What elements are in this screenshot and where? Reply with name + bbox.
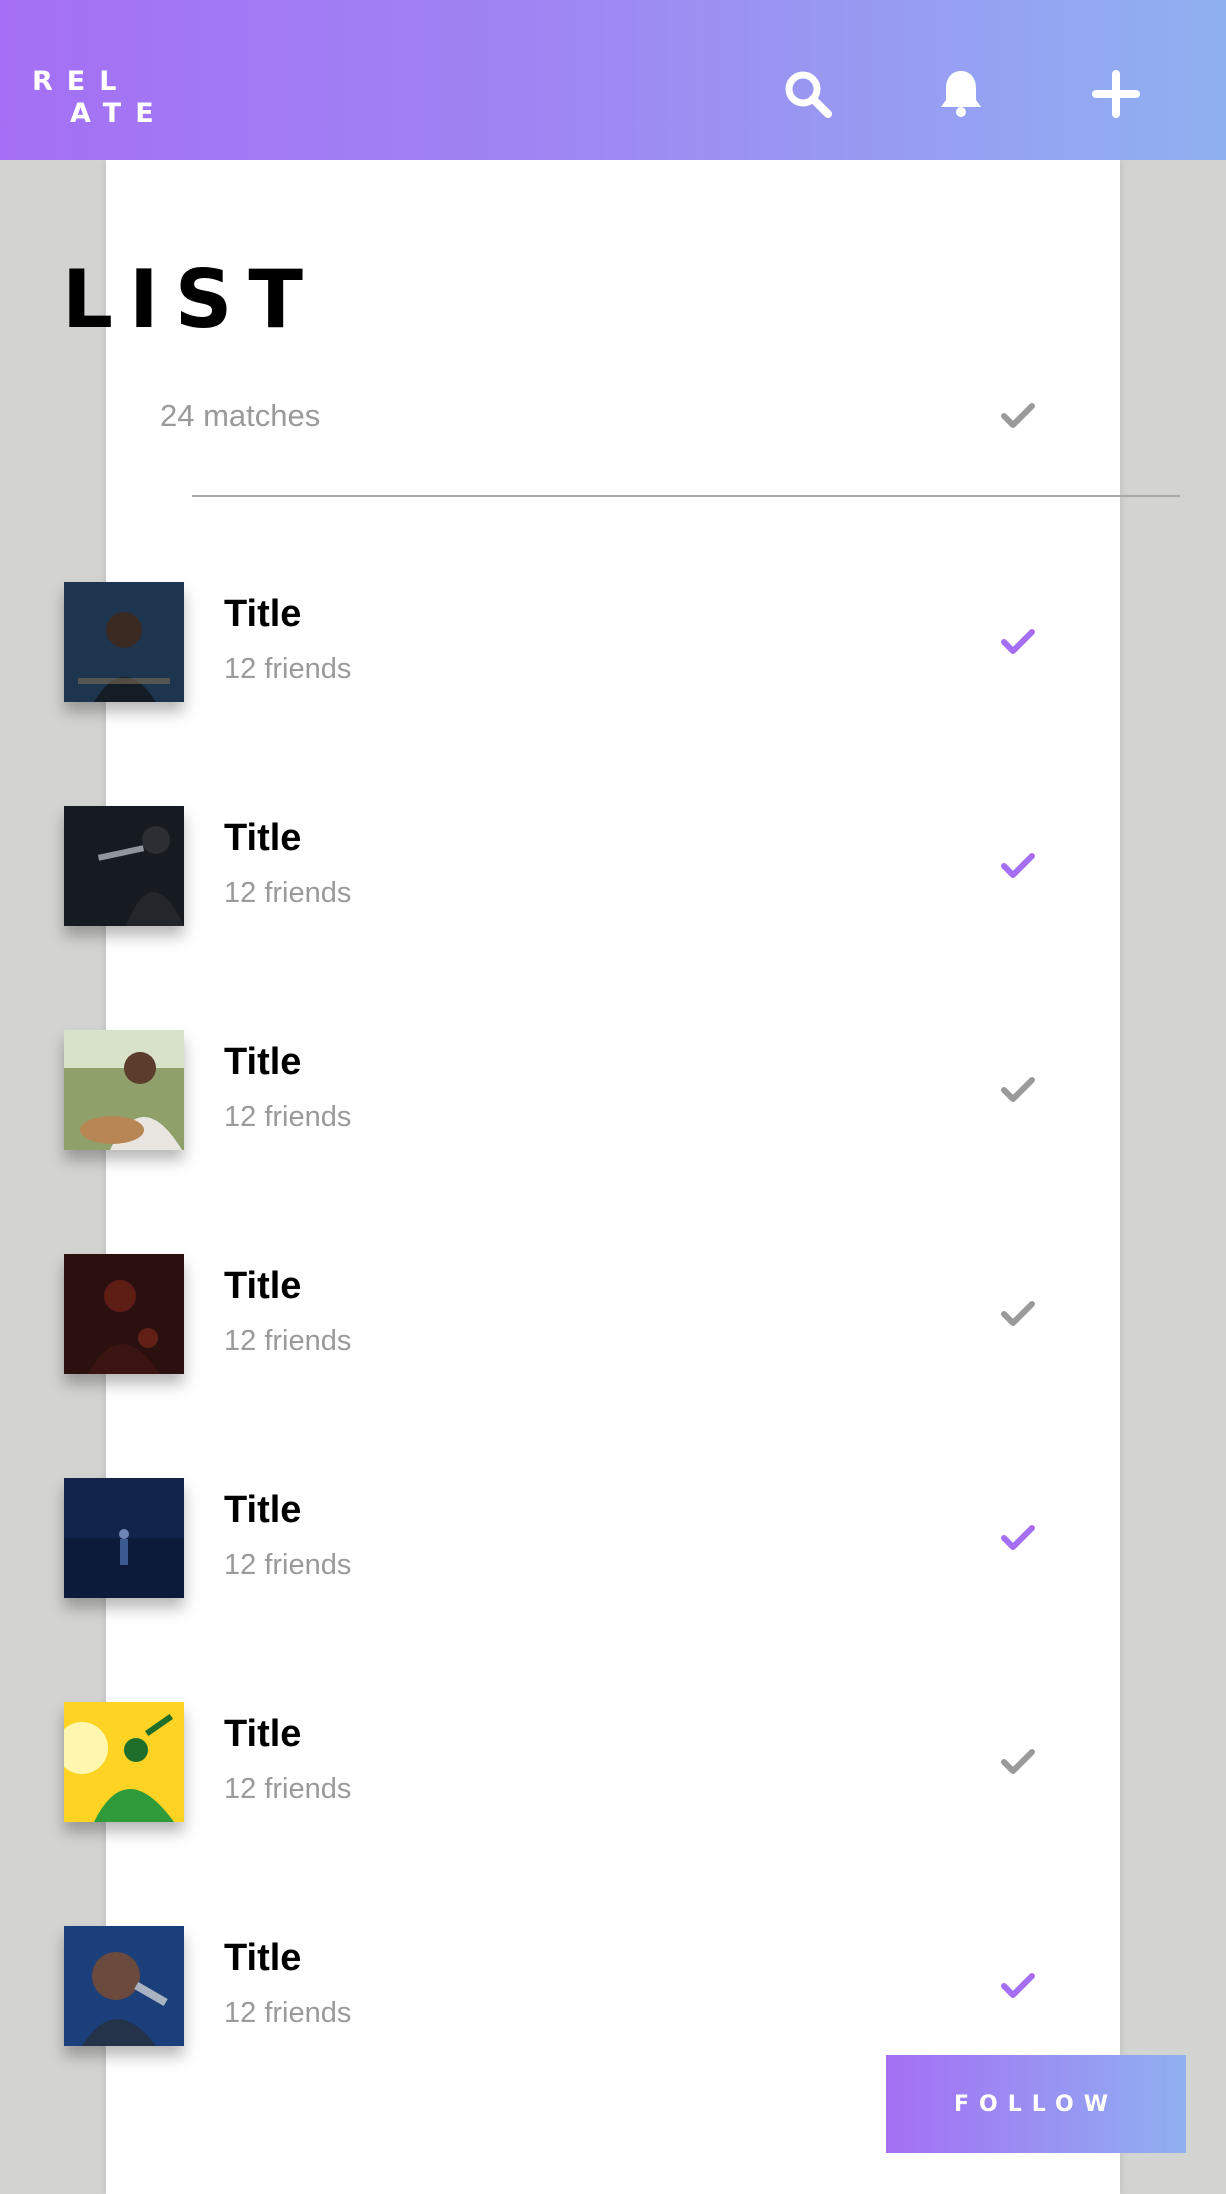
page-title: LIST — [62, 253, 319, 346]
list-item[interactable]: Title 12 friends — [0, 1702, 1120, 1822]
logo-line-2: ATE — [70, 98, 168, 129]
thumbnail-image — [64, 1030, 184, 1150]
check-icon — [1001, 1749, 1035, 1774]
item-title: Title — [224, 1489, 302, 1531]
list-item[interactable]: Title 12 friends — [0, 806, 1120, 926]
list-item[interactable]: Title 12 friends — [0, 1254, 1120, 1374]
item-subtitle: 12 friends — [224, 1101, 352, 1133]
check-icon — [1001, 403, 1035, 428]
check-icon — [1001, 853, 1035, 878]
item-title: Title — [224, 1265, 302, 1307]
item-subtitle: 12 friends — [224, 1325, 352, 1357]
list-item[interactable]: Title 12 friends — [0, 1030, 1120, 1150]
thumbnail-image — [64, 1702, 184, 1822]
item-subtitle: 12 friends — [224, 1773, 352, 1805]
item-subtitle: 12 friends — [224, 653, 352, 685]
check-icon — [1001, 1973, 1035, 1998]
select-all-check[interactable] — [994, 392, 1042, 440]
check-icon — [1001, 1301, 1035, 1326]
search-icon — [785, 71, 832, 118]
select-check[interactable] — [994, 1738, 1042, 1786]
content-panel — [106, 160, 1120, 2194]
thumbnail-image — [64, 1926, 184, 2046]
item-subtitle: 12 friends — [224, 1549, 352, 1581]
item-title: Title — [224, 1713, 302, 1755]
plus-icon — [1092, 70, 1140, 118]
item-title: Title — [224, 1041, 302, 1083]
bell-icon — [941, 71, 981, 117]
select-check[interactable] — [994, 1514, 1042, 1562]
item-title: Title — [224, 593, 302, 635]
check-icon — [1001, 629, 1035, 654]
thumbnail-image — [64, 1478, 184, 1598]
item-subtitle: 12 friends — [224, 1997, 352, 2029]
list-item[interactable]: Title 12 friends — [0, 1926, 1120, 2046]
select-check[interactable] — [994, 842, 1042, 890]
item-title: Title — [224, 1937, 302, 1979]
check-icon — [1001, 1077, 1035, 1102]
thumbnail-image — [64, 582, 184, 702]
app-logo[interactable]: REL ATE — [32, 66, 168, 130]
notifications-button[interactable] — [933, 66, 989, 122]
thumbnail-image — [64, 1254, 184, 1374]
select-check[interactable] — [994, 1290, 1042, 1338]
thumbnail-image — [64, 806, 184, 926]
check-icon — [1001, 1525, 1035, 1550]
select-check[interactable] — [994, 618, 1042, 666]
divider — [192, 495, 1180, 497]
select-check[interactable] — [994, 1962, 1042, 2010]
list-item[interactable]: Title 12 friends — [0, 582, 1120, 702]
select-check[interactable] — [994, 1066, 1042, 1114]
list-item[interactable]: Title 12 friends — [0, 1478, 1120, 1598]
add-button[interactable] — [1088, 66, 1144, 122]
logo-line-1: REL — [32, 66, 131, 97]
item-title: Title — [224, 817, 302, 859]
item-subtitle: 12 friends — [224, 877, 352, 909]
match-count: 24 matches — [160, 398, 321, 433]
follow-button[interactable]: FOLLOW — [886, 2055, 1186, 2153]
app-header: REL ATE — [0, 0, 1226, 160]
search-button[interactable] — [780, 66, 836, 122]
